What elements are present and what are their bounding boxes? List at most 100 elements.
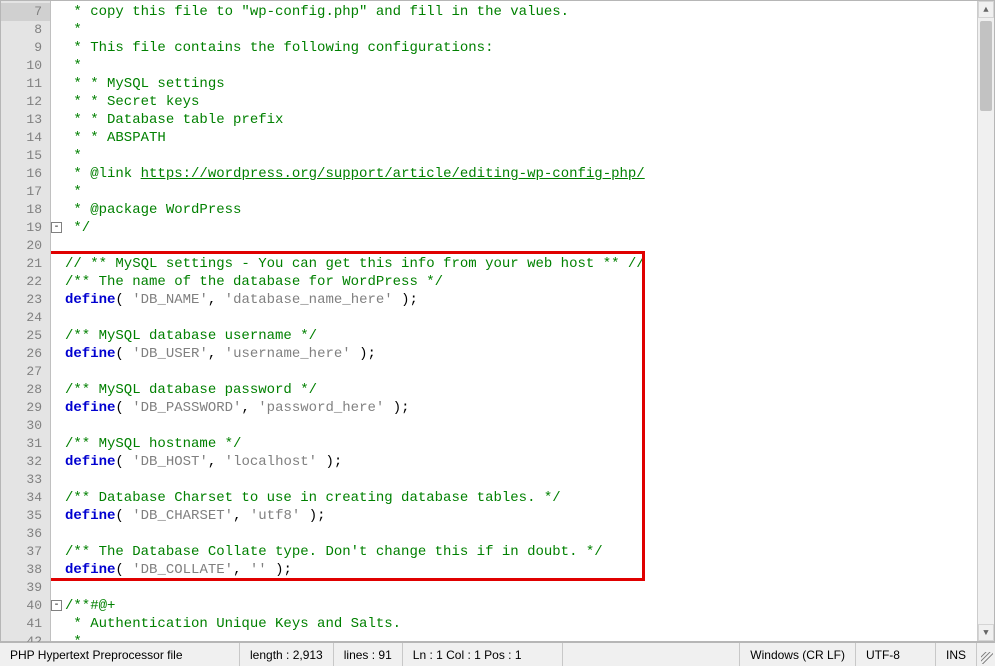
line-number: 12 [1,93,50,111]
line-number: 21 [1,255,50,273]
code-token: * * ABSPATH [65,130,166,146]
code-line[interactable]: * @link https://wordpress.org/support/ar… [65,165,994,183]
code-line[interactable]: * @package WordPress [65,201,994,219]
code-line[interactable] [65,471,994,489]
code-line[interactable]: * [65,183,994,201]
code-token: * This file contains the following confi… [65,40,493,56]
code-line[interactable]: /** MySQL hostname */ [65,435,994,453]
code-token: * [65,634,82,641]
code-line[interactable]: * * ABSPATH [65,129,994,147]
scroll-up-arrow[interactable]: ▲ [978,1,994,18]
resize-grip-icon[interactable] [977,643,995,666]
code-line[interactable]: /** MySQL database username */ [65,327,994,345]
code-token: 'database_name_here' [225,292,393,308]
code-line[interactable] [65,363,994,381]
line-number: 8 [1,21,50,39]
code-line[interactable]: /** Database Charset to use in creating … [65,489,994,507]
code-line[interactable]: define( 'DB_USER', 'username_here' ); [65,345,994,363]
code-line[interactable]: define( 'DB_PASSWORD', 'password_here' )… [65,399,994,417]
code-token: , [233,508,250,524]
line-number: 24 [1,309,50,327]
code-line[interactable]: // ** MySQL settings - You can get this … [65,255,994,273]
code-token: 'localhost' [225,454,317,470]
status-eol[interactable]: Windows (CR LF) [740,643,856,666]
code-token: ( [115,400,132,416]
code-token: // ** MySQL settings - You can get this … [65,256,645,272]
line-number: 13 [1,111,50,129]
code-token: /** Database Charset to use in creating … [65,490,561,506]
line-number: 30 [1,417,50,435]
scroll-thumb[interactable] [980,21,992,111]
code-token: ); [300,508,325,524]
code-line[interactable]: /** The Database Collate type. Don't cha… [65,543,994,561]
code-line[interactable]: */ [65,219,994,237]
code-line[interactable]: * * Database table prefix [65,111,994,129]
code-token: 'utf8' [250,508,300,524]
code-line[interactable]: define( 'DB_NAME', 'database_name_here' … [65,291,994,309]
code-token: ); [351,346,376,362]
code-line[interactable]: /** The name of the database for WordPre… [65,273,994,291]
line-number: 25 [1,327,50,345]
status-encoding[interactable]: UTF-8 [856,643,936,666]
status-input-mode[interactable]: INS [936,643,977,666]
status-cursor-position: Ln : 1 Col : 1 Pos : 1 [403,643,563,666]
line-number: 20 [1,237,50,255]
code-line[interactable] [65,579,994,597]
line-number: 28 [1,381,50,399]
code-line[interactable]: * * Secret keys [65,93,994,111]
code-line[interactable]: * * MySQL settings [65,75,994,93]
code-line[interactable] [65,309,994,327]
code-line[interactable] [65,237,994,255]
code-line[interactable] [65,417,994,435]
code-token: /** MySQL database username */ [65,328,317,344]
line-number-gutter: -- 7891011121314151617181920212223242526… [1,1,51,641]
code-token: 'DB_PASSWORD' [132,400,241,416]
code-token: , [208,292,225,308]
line-number: 11 [1,75,50,93]
status-file-type: PHP Hypertext Preprocessor file [0,643,240,666]
code-line[interactable]: * [65,57,994,75]
scroll-down-arrow[interactable]: ▼ [978,624,994,641]
status-spacer [563,643,741,666]
code-line[interactable] [65,525,994,543]
code-line[interactable]: * [65,633,994,641]
line-number: 7 [1,3,50,21]
line-number: 32 [1,453,50,471]
code-token: * @package WordPress [65,202,241,218]
code-line[interactable]: define( 'DB_HOST', 'localhost' ); [65,453,994,471]
code-token: ); [267,562,292,578]
code-line[interactable]: define( 'DB_CHARSET', 'utf8' ); [65,507,994,525]
line-number: 35 [1,507,50,525]
status-lines: lines : 91 [334,643,403,666]
code-token: '' [250,562,267,578]
code-line[interactable]: * [65,147,994,165]
code-token: * * MySQL settings [65,76,225,92]
code-token: ); [317,454,342,470]
line-number: 39 [1,579,50,597]
line-number: 33 [1,471,50,489]
line-number: 23 [1,291,50,309]
code-token: ( [115,346,132,362]
line-number: 29 [1,399,50,417]
code-token: * copy this file to "wp-config.php" and … [65,4,569,20]
line-number: 27 [1,363,50,381]
code-token: * [65,58,82,74]
code-line[interactable]: * This file contains the following confi… [65,39,994,57]
line-number: 18 [1,201,50,219]
line-number: 26 [1,345,50,363]
code-editor-area[interactable]: * copy this file to "wp-config.php" and … [51,1,994,641]
code-line[interactable]: /** MySQL database password */ [65,381,994,399]
code-token: define [65,400,115,416]
code-line[interactable]: * Authentication Unique Keys and Salts. [65,615,994,633]
line-number: 14 [1,129,50,147]
vertical-scrollbar[interactable]: ▲ ▼ [977,1,994,641]
code-token: ); [393,292,418,308]
code-line[interactable]: /**#@+ [65,597,994,615]
line-number: 37 [1,543,50,561]
code-line[interactable]: define( 'DB_COLLATE', '' ); [65,561,994,579]
code-token: , [208,454,225,470]
code-token: define [65,346,115,362]
code-line[interactable]: * copy this file to "wp-config.php" and … [65,3,994,21]
code-line[interactable]: * [65,21,994,39]
code-token: * [65,22,82,38]
